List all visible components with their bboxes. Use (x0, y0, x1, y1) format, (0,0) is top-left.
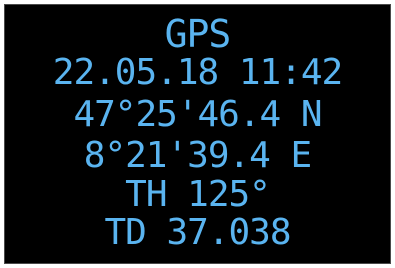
total-distance-readout: TD 37.038 (104, 212, 291, 253)
gps-title: GPS (164, 12, 232, 56)
true-heading-readout: TH 125° (125, 174, 271, 215)
latitude-readout: 47°25'46.4 N (73, 94, 322, 135)
longitude-readout: 8°21'39.4 E (83, 135, 312, 176)
gps-display-screen: GPS 22.05.18 11:42 47°25'46.4 N 8°21'39.… (4, 4, 391, 264)
date-time-readout: 22.05.18 11:42 (52, 52, 343, 93)
